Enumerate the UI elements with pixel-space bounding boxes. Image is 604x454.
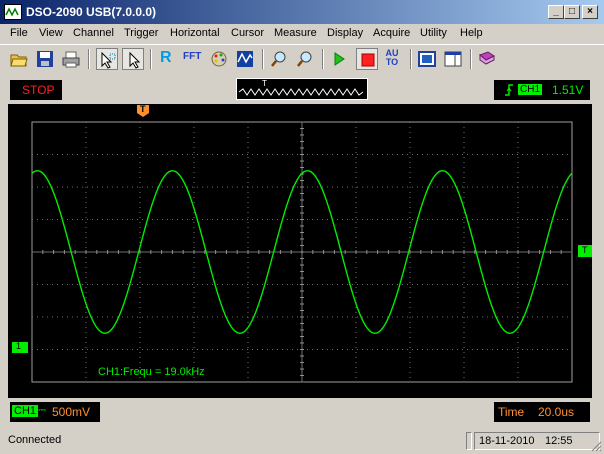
fft-icon[interactable]: FFT	[182, 48, 204, 70]
trigger-position-marker-label: T	[140, 104, 146, 114]
waveform-display-icon[interactable]	[234, 48, 256, 70]
app-icon	[4, 4, 22, 20]
dc-coupling-icon: ⎓	[38, 405, 46, 416]
pointer-select-icon[interactable]	[96, 48, 118, 70]
fft-label: FFT	[183, 51, 202, 62]
ch1-ground-marker-label: 1	[16, 341, 22, 351]
timebase-panel: Time 20.0us	[494, 402, 590, 422]
minimize-button[interactable]: _	[548, 5, 564, 19]
menu-bar: File View Channel Trigger Horizontal Cur…	[0, 24, 604, 43]
datetime-panel: 18-11-2010 12:55	[474, 432, 600, 450]
trigger-level-value: 1.51V	[552, 83, 584, 97]
ch1-label: CH1	[12, 405, 39, 417]
scope-display[interactable]: T 1 T CH1:Frequ = 19.0kHz	[8, 104, 592, 398]
menu-display[interactable]: Display	[327, 27, 363, 39]
waveform-preview	[239, 88, 364, 96]
menu-channel[interactable]: Channel	[73, 27, 114, 39]
graticule	[31, 121, 573, 383]
auto-to-icon[interactable]: AU TO	[382, 48, 404, 70]
trigger-info-panel: CH1 1.51V	[494, 80, 590, 100]
toolbar: R FFT AU TO	[0, 44, 604, 75]
trigger-position-bar[interactable]: T	[236, 78, 368, 100]
channel-scale-panel: CH1 ⎓ 500mV	[10, 402, 100, 422]
run-play-icon[interactable]	[328, 48, 350, 70]
menu-file[interactable]: File	[10, 27, 28, 39]
volts-div-value: 500mV	[52, 405, 91, 419]
menu-horizontal[interactable]: Horizontal	[170, 27, 220, 39]
status-time: 12:55	[545, 435, 573, 447]
print-icon[interactable]	[60, 48, 82, 70]
auto-label: AU TO	[385, 48, 399, 67]
maximize-button[interactable]: □	[564, 5, 580, 19]
menu-view[interactable]: View	[39, 27, 63, 39]
status-date: 18-11-2010	[479, 435, 535, 447]
menu-trigger[interactable]: Trigger	[124, 27, 158, 39]
menu-measure[interactable]: Measure	[274, 27, 317, 39]
pointer-icon[interactable]	[122, 48, 144, 70]
palette-icon[interactable]	[208, 48, 230, 70]
window-layout-icon[interactable]	[442, 48, 464, 70]
reference-r-icon[interactable]: R	[156, 48, 178, 70]
trigger-level-marker[interactable]: T	[578, 245, 592, 257]
status-divider	[466, 432, 472, 450]
save-disk-icon[interactable]	[34, 48, 56, 70]
time-label: Time	[498, 405, 525, 419]
run-state-panel: STOP	[10, 80, 62, 100]
menu-help[interactable]: Help	[460, 27, 483, 39]
reference-r-label: R	[160, 49, 172, 66]
close-button[interactable]: ×	[582, 5, 598, 19]
status-bar: Connected 18-11-2010 12:55	[0, 428, 604, 454]
zoom-in-icon[interactable]	[268, 48, 290, 70]
open-folder-icon[interactable]	[8, 48, 30, 70]
resize-grip-icon[interactable]	[590, 440, 602, 452]
rising-edge-icon	[505, 84, 513, 96]
ch1-ground-marker[interactable]: 1	[12, 341, 28, 353]
menu-utility[interactable]: Utility	[420, 27, 447, 39]
stop-square-icon[interactable]	[356, 48, 378, 70]
title-bar[interactable]: DSO-2090 USB(7.0.0.0) _ □ ×	[0, 0, 604, 24]
menu-acquire[interactable]: Acquire	[373, 27, 410, 39]
zoom-out-icon[interactable]	[294, 48, 316, 70]
run-state-text: STOP	[22, 83, 55, 97]
book-icon[interactable]	[476, 48, 498, 70]
connection-status: Connected	[8, 434, 62, 446]
trigger-channel-badge: CH1	[518, 84, 543, 95]
frequency-measurement: CH1:Frequ = 19.0kHz	[98, 366, 205, 378]
fit-screen-icon[interactable]	[416, 48, 438, 70]
trigger-level-marker-label: T	[582, 245, 588, 255]
time-div-value: 20.0us	[538, 405, 575, 419]
trigger-position-marker[interactable]: T	[136, 104, 150, 118]
window-title: DSO-2090 USB(7.0.0.0)	[26, 5, 157, 19]
menu-cursor[interactable]: Cursor	[231, 27, 264, 39]
